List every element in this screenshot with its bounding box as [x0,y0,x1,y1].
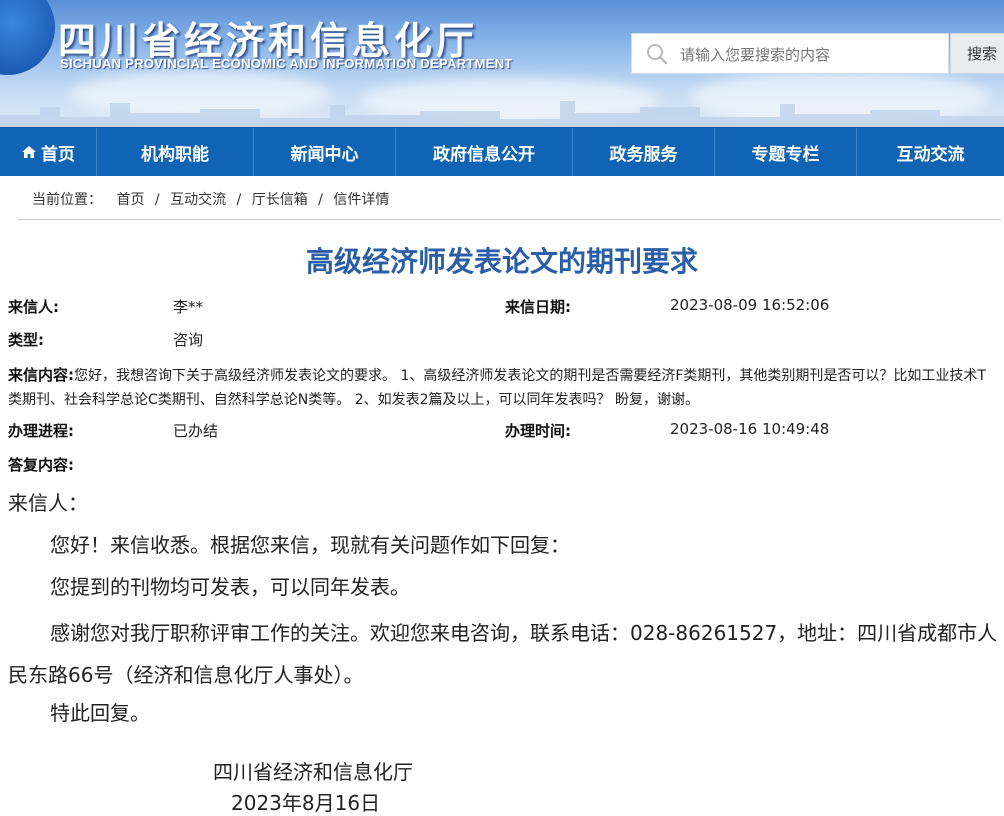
nav-item-label: 政府信息公开 [433,144,535,165]
nav-item-label: 机构职能 [141,144,209,165]
breadcrumb-separator: / [318,192,323,208]
breadcrumb-separator: / [236,192,242,208]
type-label: 类型: [8,331,44,349]
site-logo-subtitle: SICHUAN PROVINCIAL ECONOMIC AND INFORMAT… [60,56,513,71]
progress-label: 办理进程: [8,422,74,440]
page-title: 高级经济师发表论文的期刊要求 [305,245,698,278]
nav-item-gov-info[interactable]: 政府信息公开 [396,128,573,176]
content-value: 您好，我想咨询下关于高级经济师发表论文的要求。 1、高级经济师发表论文的期刊是否… [8,368,986,408]
nav-item-label: 政务服务 [609,144,678,165]
reply-signature: 四川省经济和信息化厅 [213,760,413,784]
nav-item-label: 首页 [41,144,75,165]
breadcrumb-home[interactable]: 首页 [116,192,144,208]
nav-item-institution[interactable]: 机构职能 [97,128,254,176]
nav-item-services[interactable]: 政务服务 [573,128,715,176]
handle-time-label: 办理时间: [505,422,571,440]
handle-time-value: 2023-08-16 10:49:48 [670,420,830,438]
nav-item-label: 专题专栏 [751,144,820,165]
breadcrumb-mailbox[interactable]: 厅长信箱 [252,192,308,208]
sender-label: 来信人: [8,298,59,316]
reply-paragraph: 感谢您对我厅职称评审工作的关注。欢迎您来电咨询，联系电话：028-8626152… [8,621,998,687]
breadcrumb-label: 当前位置： [32,192,102,208]
date-label: 来信日期: [505,298,571,316]
search-input[interactable] [678,42,942,68]
reply-sign-date: 2023年8月16日 [231,791,381,815]
search-button[interactable]: 搜索 [950,33,1004,74]
progress-value: 已办结 [173,422,219,440]
search-box [631,33,949,74]
nav-item-news[interactable]: 新闻中心 [254,128,396,176]
breadcrumb: 当前位置： 首页 / 互动交流 / 厅长信箱 / 信件详情 [32,189,395,209]
divider [18,219,1001,220]
nav-item-home[interactable]: 首页 [0,128,97,176]
letter-content: 来信内容:您好，我想咨询下关于高级经济师发表论文的要求。 1、高级经济师发表论文… [8,363,998,412]
date-value: 2023-08-09 16:52:06 [670,296,830,314]
reply-paragraph: 您好！来信收悉。根据您来信，现就有关问题作如下回复： [50,533,570,557]
main-nav: 首页 机构职能 新闻中心 政府信息公开 政务服务 专题专栏 互动交流 [0,127,1004,176]
nav-item-topics[interactable]: 专题专栏 [715,128,857,176]
city-skyline-decoration [0,101,1004,127]
breadcrumb-current: 信件详情 [333,192,390,208]
nav-item-label: 互动交流 [896,144,965,165]
reply-salutation: 来信人： [8,491,88,515]
reply-label: 答复内容: [8,456,74,474]
sender-value: 李** [173,298,204,316]
header-banner: 四川省经济和信息化厅 SICHUAN PROVINCIAL ECONOMIC A… [0,0,1004,127]
search-icon [647,44,668,65]
breadcrumb-interaction[interactable]: 互动交流 [170,192,226,208]
home-icon [22,146,36,158]
breadcrumb-separator: / [154,192,160,208]
nav-item-interaction[interactable]: 互动交流 [857,128,1004,176]
reply-paragraph: 您提到的刊物均可发表，可以同年发表。 [50,575,410,599]
content-label: 来信内容: [8,366,74,384]
nav-item-label: 新闻中心 [290,144,359,165]
globe-logo-icon [0,0,55,75]
reply-paragraph: 特此回复。 [50,701,150,725]
type-value: 咨询 [173,331,204,349]
